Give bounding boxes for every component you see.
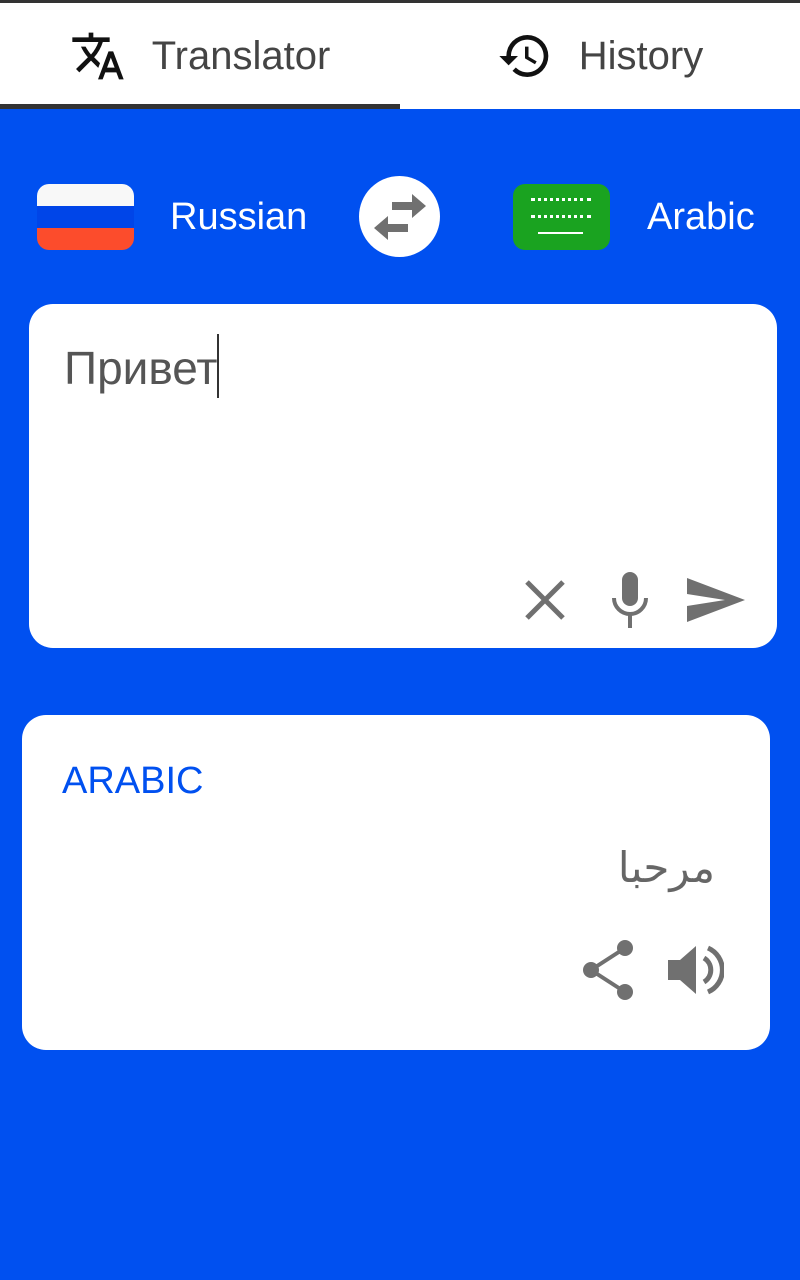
input-card: Привет [29,304,777,648]
text-caret [217,334,220,398]
target-language[interactable]: Arabic [647,196,755,239]
tab-history-label: History [578,33,704,78]
active-tab-indicator [0,104,400,109]
output-card: ARABIC مرحبا [22,715,770,1050]
history-icon [499,35,549,78]
tab-bar: Translator History [0,3,800,109]
share-icon[interactable] [579,940,639,1000]
source-text-input[interactable]: Привет [64,334,220,398]
tab-history[interactable]: History [400,3,800,109]
output-language-label: ARABIC [62,760,204,802]
microphone-icon[interactable] [600,570,660,630]
russia-flag[interactable] [37,184,134,250]
tab-translator[interactable]: Translator [0,3,400,109]
speaker-icon[interactable] [664,940,724,1000]
swap-languages-button[interactable] [359,176,440,257]
saudi-arabia-flag[interactable] [513,184,610,250]
clear-icon[interactable] [515,570,575,630]
translated-text: مرحبا [617,843,715,892]
send-icon[interactable] [685,570,745,630]
tab-translator-label: Translator [151,33,331,78]
translate-icon [72,32,124,80]
source-language[interactable]: Russian [170,196,307,239]
swap-icon [373,193,426,240]
